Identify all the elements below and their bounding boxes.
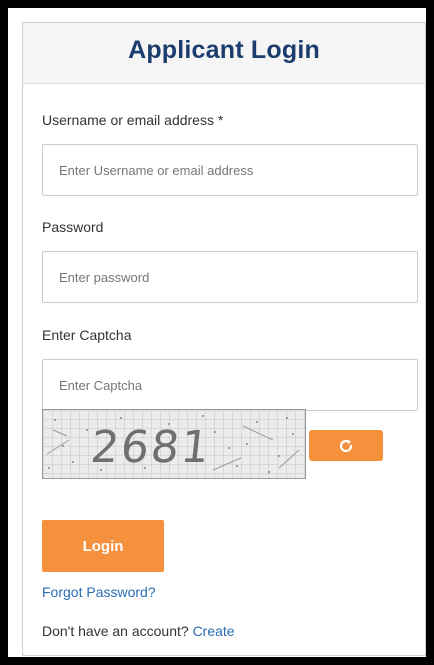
captcha-refresh-button[interactable] <box>309 430 383 461</box>
create-account-link[interactable]: Create <box>193 623 235 639</box>
password-input[interactable] <box>42 251 418 303</box>
login-panel: Applicant Login Username or email addres… <box>22 22 426 656</box>
outer-frame: Applicant Login Username or email addres… <box>0 0 434 665</box>
captcha-image: 2681 <box>42 409 306 479</box>
username-label: Username or email address * <box>42 112 224 128</box>
password-label: Password <box>42 219 104 235</box>
captcha-input[interactable] <box>42 359 418 411</box>
page-title: Applicant Login <box>128 36 320 64</box>
refresh-icon <box>339 439 353 452</box>
username-input[interactable] <box>42 144 418 196</box>
captcha-code-text: 2681 <box>88 422 213 473</box>
forgot-password-link[interactable]: Forgot Password? <box>42 584 156 600</box>
panel-header: Applicant Login <box>23 23 425 84</box>
captcha-noise-graphic: 2681 <box>43 410 305 478</box>
login-button[interactable]: Login <box>42 520 164 572</box>
signup-row: Don't have an account? Create <box>42 623 235 639</box>
captcha-label: Enter Captcha <box>42 327 132 343</box>
signup-prompt: Don't have an account? <box>42 623 189 639</box>
